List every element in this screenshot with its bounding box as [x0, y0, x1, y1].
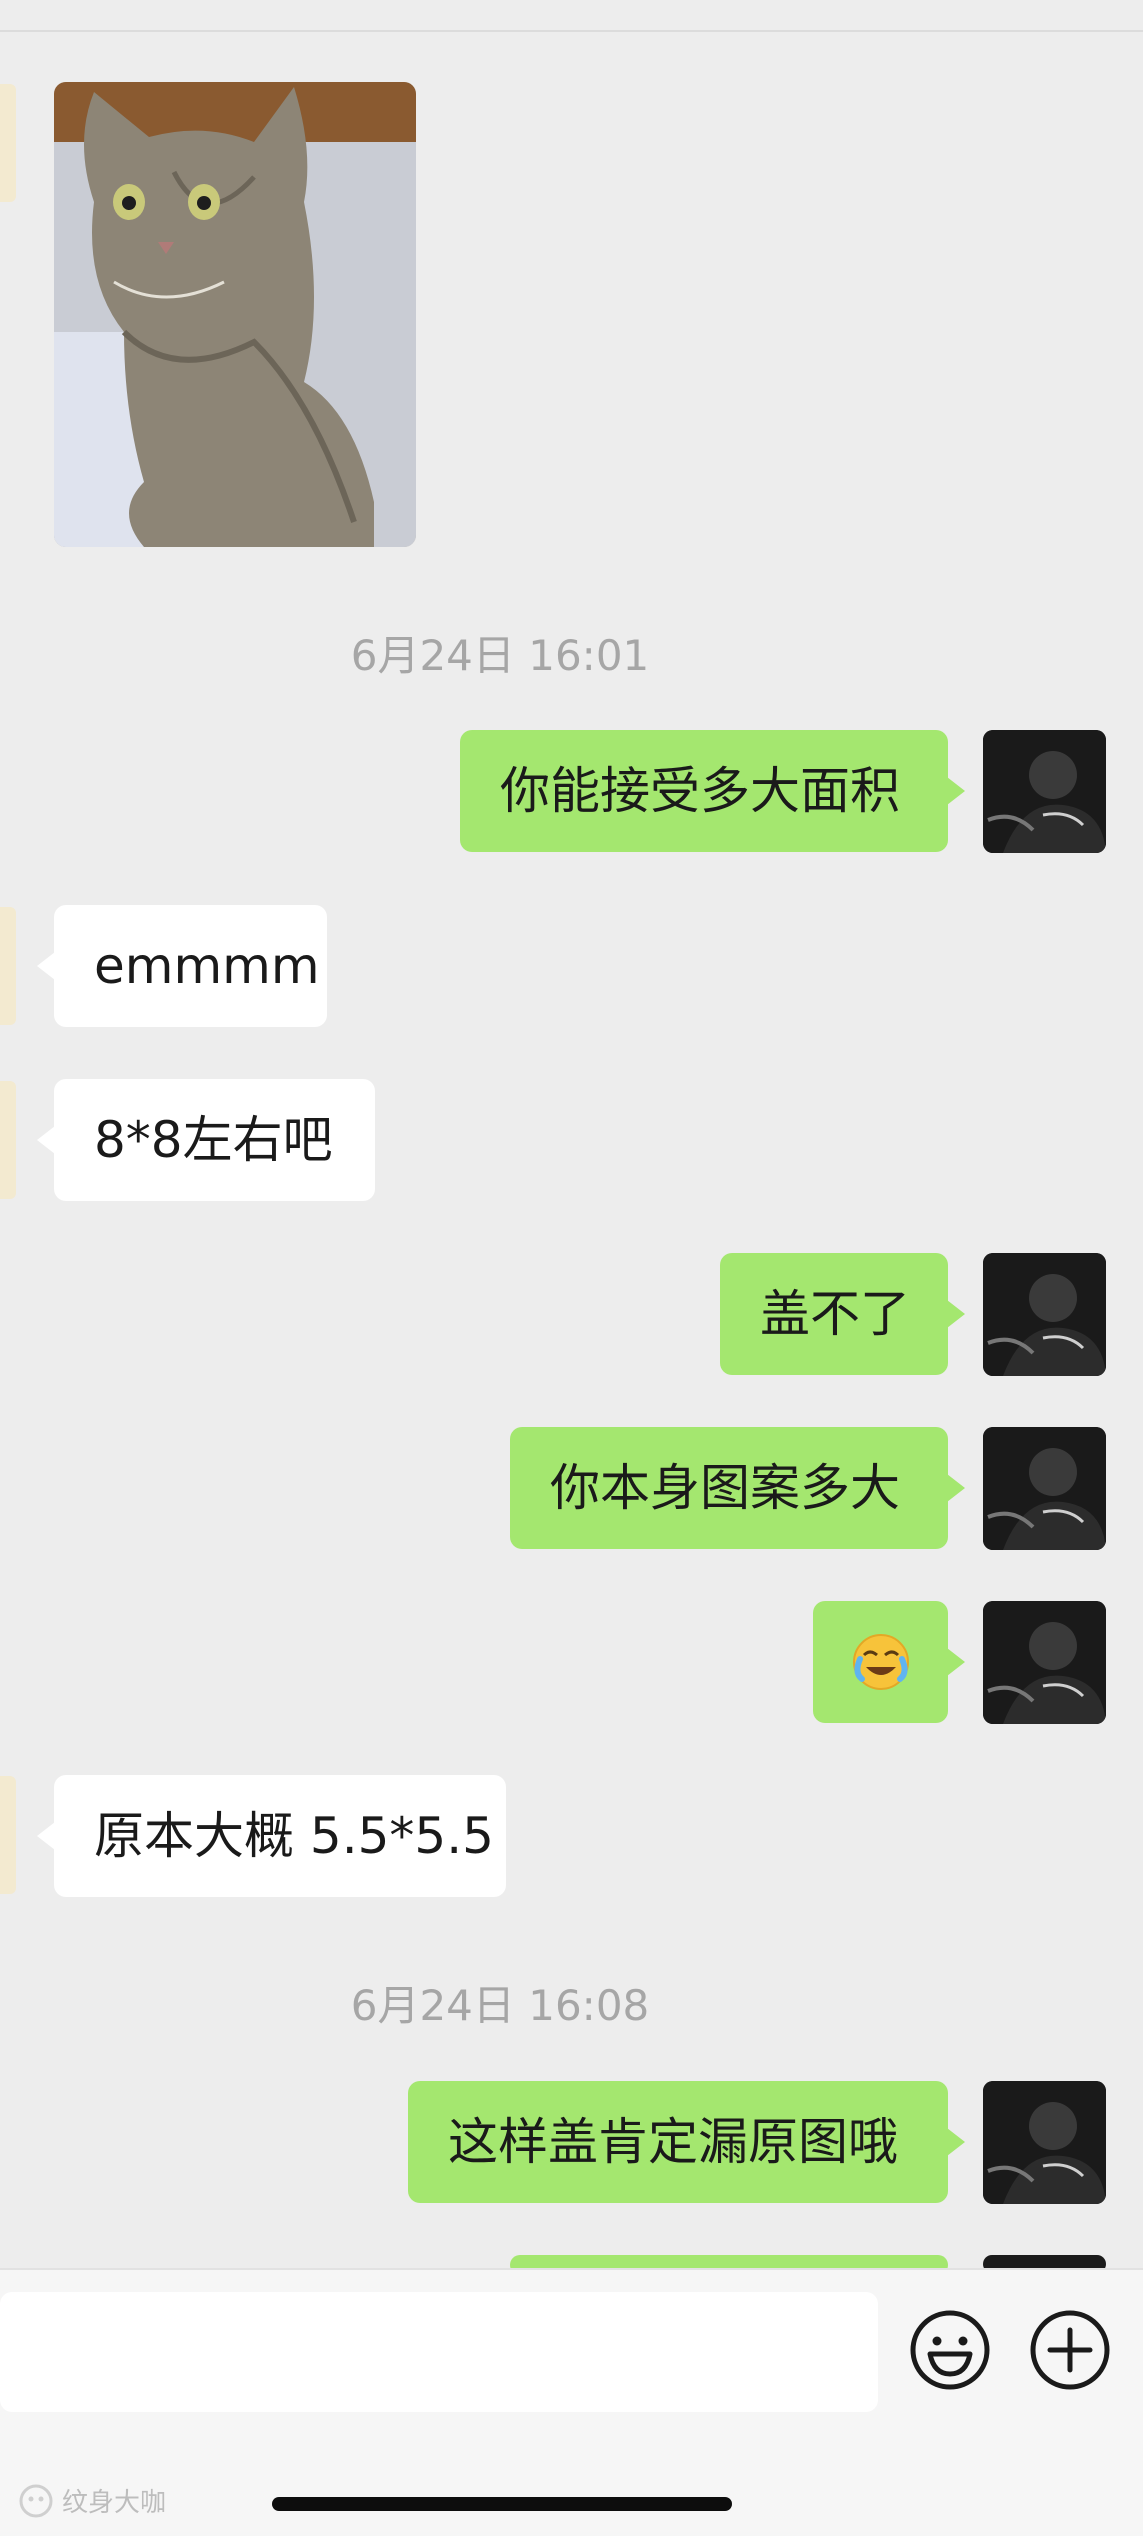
peer-avatar[interactable] — [0, 907, 16, 1025]
outgoing-message[interactable]: 你本身图案多大 — [510, 1427, 965, 1549]
outgoing-message[interactable]: 盖不了 — [720, 1253, 965, 1375]
outgoing-emoji-message[interactable] — [813, 1601, 965, 1723]
avatar-image — [983, 730, 1106, 853]
peer-avatar[interactable] — [0, 84, 16, 202]
my-avatar[interactable] — [983, 1427, 1106, 1550]
watermark: 纹身大咖 — [18, 2482, 166, 2519]
incoming-message[interactable]: 8*8左右吧 — [37, 1079, 375, 1201]
cat-photo[interactable] — [54, 82, 416, 547]
top-divider — [0, 30, 1143, 32]
my-avatar[interactable] — [983, 2081, 1106, 2204]
smiley-icon[interactable] — [908, 2308, 992, 2392]
incoming-message[interactable]: 原本大概 5.5*5.5 — [37, 1775, 506, 1897]
avatar-image — [983, 1427, 1106, 1550]
my-avatar[interactable] — [983, 1253, 1106, 1376]
my-avatar[interactable] — [983, 730, 1106, 853]
avatar-image — [983, 2081, 1106, 2204]
cat-image — [54, 82, 416, 547]
peer-avatar[interactable] — [0, 1081, 16, 1199]
outgoing-message[interactable]: 你能接受多大面积 — [460, 730, 965, 852]
crying-laughing-emoji-icon — [852, 1634, 909, 1690]
avatar-image — [983, 1601, 1106, 1724]
timestamp: 6月24日 16:01 — [350, 631, 650, 680]
input-bar: 纹身大咖 — [0, 2268, 1143, 2536]
watermark-text: 纹身大咖 — [62, 2488, 167, 2518]
message-input[interactable] — [0, 2292, 878, 2412]
home-indicator[interactable] — [272, 2497, 732, 2511]
avatar-image — [983, 1253, 1106, 1376]
my-avatar[interactable] — [983, 1601, 1106, 1724]
timestamp: 6月24日 16:08 — [350, 1981, 650, 2030]
watermark-logo-icon — [19, 2484, 53, 2517]
plus-circle-icon[interactable] — [1028, 2308, 1112, 2392]
peer-avatar[interactable] — [0, 1776, 16, 1894]
outgoing-message[interactable]: 这样盖肯定漏原图哦 — [408, 2081, 965, 2203]
incoming-message[interactable]: emmmm — [37, 905, 327, 1027]
